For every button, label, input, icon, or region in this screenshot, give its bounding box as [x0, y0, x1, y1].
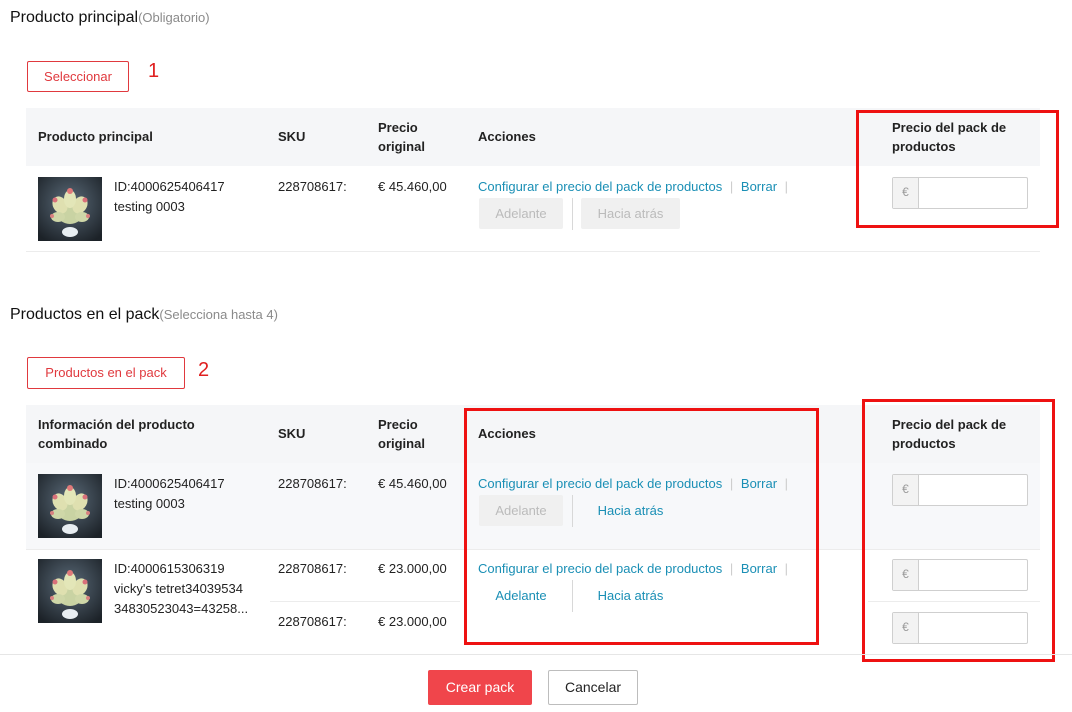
main-product-price: € 45.460,00: [378, 179, 447, 194]
pack-product-1-sku: 228708617:: [278, 476, 347, 491]
configure-pack-price-link[interactable]: Configurar el precio del pack de product…: [478, 179, 722, 194]
header-sku: SKU: [278, 426, 306, 441]
product-thumbnail: [38, 474, 102, 538]
actions-divider: [572, 198, 573, 230]
annotation-box-pack-price: [856, 110, 1059, 228]
annotation-box-actions: [464, 408, 819, 645]
main-product-sku: 228708617:: [278, 179, 347, 194]
select-main-product-button[interactable]: Seleccionar: [27, 61, 129, 92]
main-product-name: testing 0003: [114, 199, 185, 214]
pack-product-1-price: € 45.460,00: [378, 476, 447, 491]
main-product-id: ID:4000625406417: [114, 179, 225, 194]
pack-product-2-sku: 228708617:: [278, 561, 347, 576]
header-combined-product-info: Información del producto combinado: [38, 417, 195, 451]
product-thumbnail: [38, 177, 102, 241]
annotation-box-pack-price: [862, 399, 1055, 662]
back-button[interactable]: Hacia atrás: [581, 198, 680, 229]
succulent-image-icon: [38, 474, 102, 538]
pack-product-2-id: ID:4000615306319: [114, 561, 225, 576]
pack-product-2-price: € 23.000,00: [378, 561, 447, 576]
pack-products-note: (Selecciona hasta 4): [159, 307, 278, 322]
succulent-image-icon: [38, 559, 102, 623]
select-pack-products-button[interactable]: Productos en el pack: [27, 357, 185, 389]
delete-link[interactable]: Borrar: [741, 179, 777, 194]
main-product-section-title: Producto principal(Obligatorio): [10, 9, 210, 27]
pack-products-section-title: Productos en el pack(Selecciona hasta 4): [10, 306, 278, 324]
pack-product-2-name-line1: vicky's tetret34039534: [114, 581, 243, 596]
pack-product-1-id: ID:4000625406417: [114, 476, 225, 491]
cancel-button[interactable]: Cancelar: [548, 670, 638, 705]
header-main-product: Producto principal: [38, 129, 153, 144]
pack-product-2-price-variant: € 23.000,00: [378, 614, 447, 629]
annotation-marker-2: 2: [198, 359, 210, 381]
pack-product-2-name-line2: 34830523043=43258...: [114, 601, 249, 616]
pack-products-title: Productos en el pack: [10, 306, 160, 323]
header-original-price: Precio original: [378, 417, 425, 451]
sub-row-divider: [270, 601, 460, 602]
footer-divider: [0, 654, 1072, 655]
product-thumbnail: [38, 559, 102, 623]
main-product-note: (Obligatorio): [138, 10, 210, 25]
header-original-price: Precio original: [378, 120, 425, 154]
pack-product-2-sku-variant: 228708617:: [278, 614, 347, 629]
main-product-title: Producto principal: [10, 9, 139, 26]
create-pack-button[interactable]: Crear pack: [428, 670, 532, 705]
annotation-marker-1: 1: [148, 60, 160, 82]
header-actions: Acciones: [478, 129, 536, 144]
row-divider: [26, 251, 1040, 252]
main-product-actions: Configurar el precio del pack de product…: [478, 179, 789, 194]
pack-product-1-name: testing 0003: [114, 496, 185, 511]
succulent-image-icon: [38, 177, 102, 241]
forward-button[interactable]: Adelante: [479, 198, 563, 229]
header-sku: SKU: [278, 129, 306, 144]
